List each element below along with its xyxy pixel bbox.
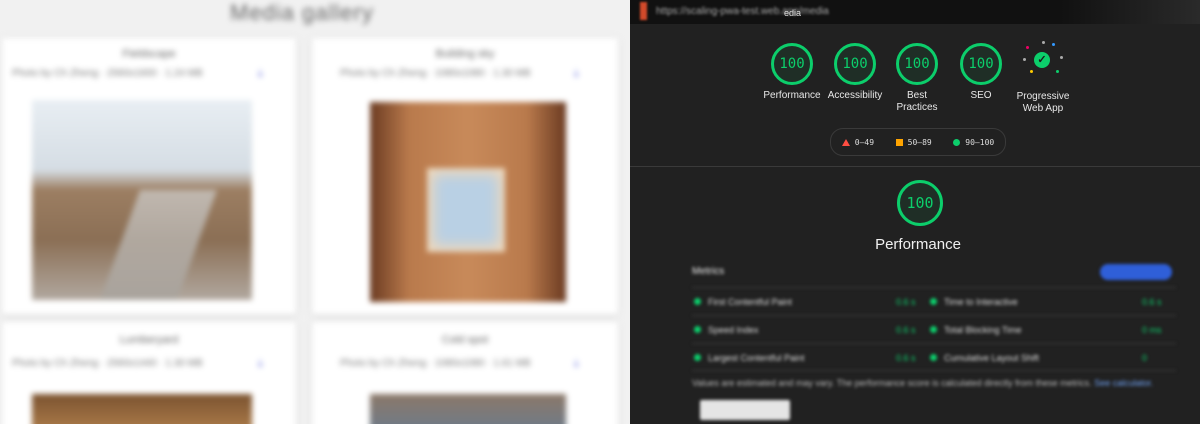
metric-value: 0.6 s: [896, 353, 916, 363]
expand-view-toggle[interactable]: [1100, 264, 1172, 280]
triangle-icon: [841, 138, 850, 146]
gauge-label: Accessibility: [827, 90, 883, 101]
pass-icon: [930, 326, 937, 333]
card-title: Fieldscape: [122, 48, 176, 60]
pass-icon: [694, 326, 701, 333]
gauge-label: Progressive Web App: [1016, 91, 1070, 114]
gauge-label: SEO: [970, 90, 992, 101]
card-image: [32, 100, 252, 300]
metric-value: 0.6 s: [896, 325, 916, 335]
metric-name: Cumulative Layout Shift: [944, 353, 1040, 363]
legend-average: 50–89: [895, 137, 932, 147]
score-legend: 0–49 50–89 90–100: [830, 128, 1006, 156]
gauge-label: Performance: [763, 90, 821, 101]
gauge-performance[interactable]: 100 Performance: [762, 43, 822, 102]
score-ring: 100: [960, 43, 1002, 85]
download-icon[interactable]: ⤓: [574, 358, 584, 369]
card-meta: Photo by Ch Zheng · 2560x1440 · 1.30 MB: [12, 358, 203, 369]
legend-pass-range: 90–100: [965, 137, 995, 147]
legend-fail: 0–49: [841, 137, 875, 147]
pass-icon: [694, 354, 701, 361]
metric-value: 0 ms: [1142, 325, 1162, 335]
metrics-heading: Metrics: [692, 266, 725, 277]
gallery-card[interactable]: Fieldscape Photo by Ch Zheng · 2560x1600…: [2, 38, 296, 314]
performance-score-ring: 100: [897, 180, 943, 226]
performance-gauge: 100: [884, 180, 956, 226]
download-icon[interactable]: ⤓: [258, 68, 268, 79]
metrics-note: Values are estimated and may vary. The p…: [692, 378, 1154, 388]
score-ring: 100: [834, 43, 876, 85]
card-image: [370, 102, 566, 302]
pwa-badge-icon: ✓: [1022, 40, 1064, 82]
card-title: Lumberyard: [119, 334, 179, 346]
view-treemap-button[interactable]: [700, 400, 790, 420]
metric-name: Largest Contentful Paint: [708, 353, 805, 363]
gallery-page: Media gallery Fieldscape Photo by Ch Zhe…: [0, 0, 630, 424]
metric-name: Total Blocking Time: [944, 325, 1022, 335]
gallery-card[interactable]: Cold spot Photo by Ch Zheng · 1080x1080 …: [312, 322, 618, 424]
legend-fail-range: 0–49: [854, 137, 875, 147]
legend-pass: 90–100: [953, 138, 994, 147]
card-image: [370, 394, 566, 424]
metric-value: 0: [1142, 353, 1148, 363]
gauge-pwa[interactable]: ✓ Progressive Web App: [1010, 40, 1076, 115]
report-url[interactable]: https://scaling-pwa-test.web.app/media: [656, 6, 829, 17]
card-image: [32, 394, 252, 424]
metric-value: 0.6 s: [896, 297, 916, 307]
gauge-label: Best Practices: [896, 90, 938, 113]
legend-average-range: 50–89: [907, 137, 932, 147]
report-topbar: https://scaling-pwa-test.web.app/media e…: [630, 0, 1200, 24]
metric-value: 0.6 s: [1142, 297, 1162, 307]
gauge-best-practices[interactable]: 100 Best Practices: [888, 43, 946, 114]
card-meta: Photo by Ch Zheng · 2560x1600 · 1.24 MB: [12, 68, 203, 79]
gallery-card[interactable]: Lumberyard Photo by Ch Zheng · 2560x1440…: [2, 322, 296, 424]
lighthouse-report: https://scaling-pwa-test.web.app/media e…: [630, 0, 1200, 424]
card-title: Cold spot: [441, 334, 489, 346]
gallery-title: Media gallery: [230, 0, 374, 25]
report-url-end: edia: [784, 8, 802, 18]
metric-name: Time to Interactive: [944, 297, 1018, 307]
square-icon: [895, 138, 903, 146]
calculator-link[interactable]: See calculator.: [1094, 378, 1153, 388]
pass-icon: [694, 298, 701, 305]
gauge-seo[interactable]: 100 SEO: [951, 43, 1011, 102]
card-title: Building sky: [435, 48, 495, 60]
card-meta: Photo by Ch Zheng · 1080x1080 · 1.30 MB: [340, 68, 531, 79]
download-icon[interactable]: ⤓: [574, 68, 584, 79]
score-ring: 100: [896, 43, 938, 85]
pass-icon: [930, 354, 937, 361]
circle-icon: [953, 138, 961, 146]
performance-title: Performance: [875, 236, 961, 253]
metrics-section: Metrics First Contentful Paint 0.6 s Tim…: [692, 262, 1176, 424]
download-icon[interactable]: ⤓: [258, 358, 268, 369]
metric-name: First Contentful Paint: [708, 297, 793, 307]
section-divider: [630, 166, 1200, 167]
metric-name: Speed Index: [708, 325, 759, 335]
lighthouse-logo-icon: [640, 2, 647, 20]
score-ring: 100: [771, 43, 813, 85]
check-icon: ✓: [1034, 52, 1050, 68]
gallery-card[interactable]: Building sky Photo by Ch Zheng · 1080x10…: [312, 38, 618, 314]
card-meta: Photo by Ch Zheng · 1080x1080 · 1.61 MB: [340, 358, 531, 369]
gauge-accessibility[interactable]: 100 Accessibility: [825, 43, 885, 102]
pass-icon: [930, 298, 937, 305]
